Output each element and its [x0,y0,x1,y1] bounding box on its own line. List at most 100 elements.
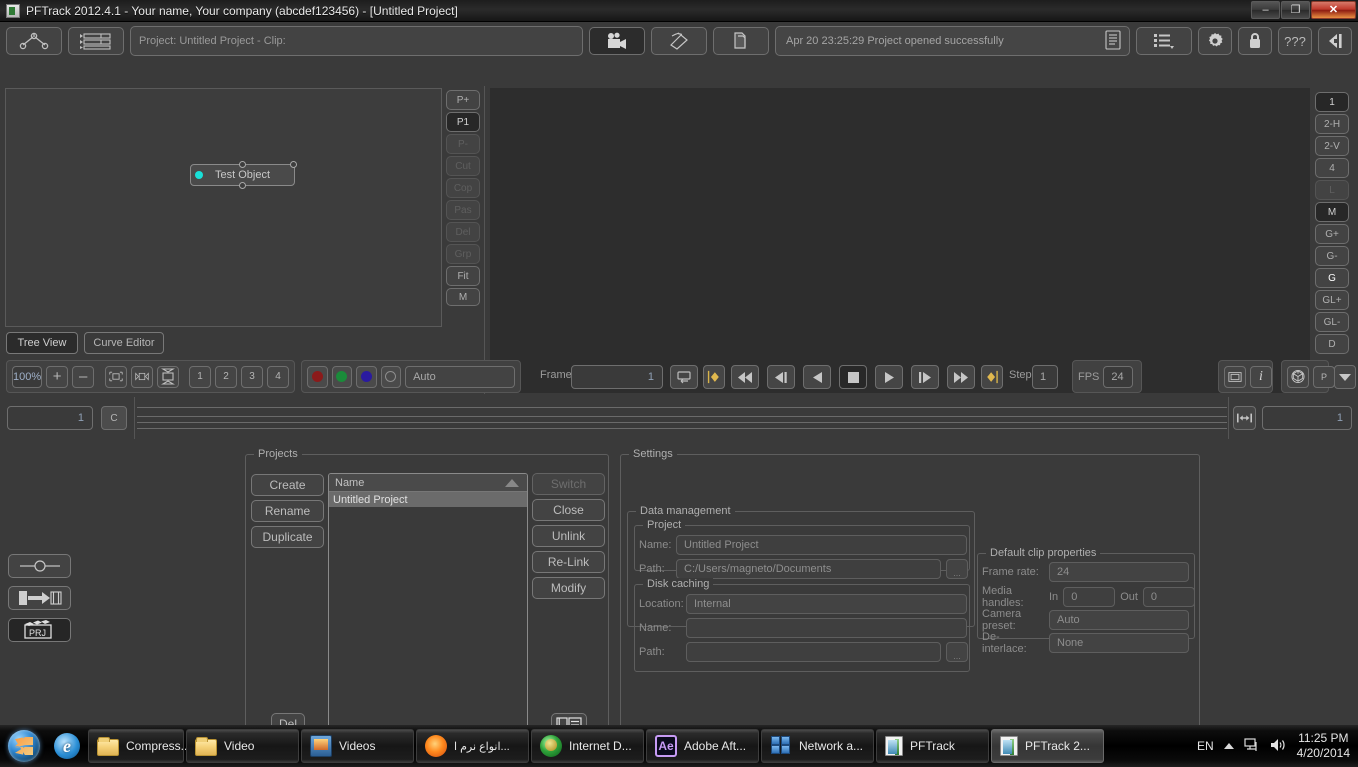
project-list-header[interactable]: Name [329,474,527,492]
fit-frame-icon-button[interactable] [104,365,127,388]
layout-2h[interactable]: 2-H [1315,114,1349,134]
exit-icon-button[interactable] [1318,27,1352,55]
frame-rate-select[interactable]: 24 [1049,562,1189,582]
p-toggle-button[interactable]: P [1313,365,1335,388]
transport-rewind-all[interactable] [731,365,759,389]
camera-preset-select[interactable]: Auto [1049,610,1189,630]
close-button[interactable]: ✕ [1311,1,1356,19]
tool-group[interactable]: Grp [446,244,480,264]
file-copy-icon-button[interactable] [713,27,769,55]
help-button[interactable]: ??? [1278,27,1312,55]
tool-menu[interactable]: M [446,288,480,306]
network-tray-icon[interactable] [1244,737,1260,756]
log-text-icon[interactable] [1103,29,1123,54]
range-fit-icon-button[interactable] [1233,406,1256,430]
clip-viewport[interactable] [490,88,1310,393]
tool-p-plus[interactable]: P+ [446,90,480,110]
media-handles-in-input[interactable]: 0 [1063,587,1116,607]
project-path-browse-button[interactable]: ... [946,559,968,579]
cache-path-browse-button[interactable]: ... [946,642,968,662]
transport-step-back[interactable] [803,365,831,389]
show-hidden-icons-icon[interactable] [1223,743,1234,749]
layout-m[interactable]: M [1315,202,1349,222]
transport-stop[interactable] [839,365,867,389]
start-button[interactable] [2,727,46,765]
timeline-in-input[interactable]: 1 [7,406,93,430]
layout-l[interactable]: L [1315,180,1349,200]
channel-green-button[interactable] [331,365,353,388]
panel-dropdown-button[interactable] [1334,365,1356,389]
lock-icon-button[interactable] [1238,27,1272,55]
fit-height-icon-button[interactable] [156,365,179,388]
unlink-project-button[interactable]: Unlink [532,525,605,547]
zoom-value[interactable]: 100% [12,365,43,388]
clock[interactable]: 11:25 PM 4/20/2014 [1297,731,1350,761]
layout-d[interactable]: D [1315,334,1349,354]
create-project-button[interactable]: Create [251,474,324,496]
layout-4[interactable]: 4 [1315,158,1349,178]
info-icon-button[interactable]: i [1250,365,1272,388]
taskbar-item-internet-download-manager[interactable]: Internet D... [531,729,644,763]
layout-g-plus[interactable]: G+ [1315,224,1349,244]
tab-tree-view[interactable]: Tree View [6,332,78,354]
language-indicator[interactable]: EN [1197,739,1214,753]
taskbar-item-adobe-after-effects[interactable]: Ae Adobe Aft... [646,729,759,763]
frame-input[interactable]: 1 [571,365,663,389]
cache-path-input[interactable] [686,642,941,662]
layout-g[interactable]: G [1315,268,1349,288]
media-handles-out-input[interactable]: 0 [1142,587,1195,607]
taskbar-item-firefox[interactable]: انواع نرم ا... [416,729,529,763]
tool-fit[interactable]: Fit [446,266,480,286]
deinterlace-select[interactable]: None [1049,633,1189,653]
quicklaunch-internet-explorer[interactable] [48,729,86,763]
switch-project-button[interactable]: Switch [532,473,605,495]
close-project-button[interactable]: Close [532,499,605,521]
tool-copy[interactable]: Cop [446,178,480,198]
taskbar-item-network[interactable]: Network a... [761,729,874,763]
fps-input[interactable]: 24 [1103,365,1134,388]
slider-icon-button[interactable] [8,554,71,578]
timeline-out-input[interactable]: 1 [1262,406,1352,430]
relink-project-button[interactable]: Re-Link [532,551,605,573]
import-clip-icon-button[interactable] [8,586,71,610]
transport-play[interactable] [875,365,903,389]
film-clip-icon-button[interactable] [651,27,707,55]
list-rows-icon-button[interactable] [68,27,124,55]
project-icon-button[interactable]: PRJ [8,618,71,642]
node-port-bottom[interactable] [238,182,246,189]
channel-red-button[interactable] [307,365,328,388]
channel-alpha-button[interactable] [380,365,402,388]
key-end-icon-button[interactable] [981,365,1003,389]
transport-step-forward[interactable] [911,365,939,389]
loop-icon-button[interactable] [670,365,698,389]
project-path-input[interactable]: C:/Users/magneto/Documents [676,559,941,579]
view-number-3[interactable]: 3 [240,365,263,388]
zoom-in-button[interactable]: + [46,365,69,388]
view-number-2[interactable]: 2 [214,365,237,388]
taskbar-item-pftrack-2[interactable]: PFTrack 2... [991,729,1104,763]
project-name-input[interactable]: Untitled Project [676,535,967,555]
cache-location-select[interactable]: Internal [686,594,967,614]
layout-1[interactable]: 1 [1315,92,1349,112]
view-number-4[interactable]: 4 [266,365,289,388]
node-tree-canvas[interactable]: Test Object [5,88,442,327]
project-list[interactable]: Name Untitled Project [328,473,528,728]
restore-button[interactable]: ❐ [1281,1,1310,19]
taskbar-item-video[interactable]: Video [186,729,299,763]
tool-delete[interactable]: Del [446,222,480,242]
list-menu-icon-button[interactable] [1136,27,1192,55]
tool-p1[interactable]: P1 [446,112,480,132]
film-strip-icon-button[interactable] [1224,365,1246,388]
duplicate-project-button[interactable]: Duplicate [251,526,324,548]
transport-forward-all[interactable] [947,365,975,389]
zoom-out-button[interactable]: – [72,365,95,388]
volume-icon[interactable] [1270,737,1287,756]
channel-blue-button[interactable] [356,365,377,388]
step-input[interactable]: 1 [1032,365,1058,389]
view-number-1[interactable]: 1 [188,365,211,388]
taskbar-item-compress[interactable]: Compress... [88,729,191,763]
layout-g-minus[interactable]: G- [1315,246,1349,266]
layout-gl-minus[interactable]: GL- [1315,312,1349,332]
gear-icon-button[interactable] [1198,27,1232,55]
cache-name-input[interactable] [686,618,967,638]
